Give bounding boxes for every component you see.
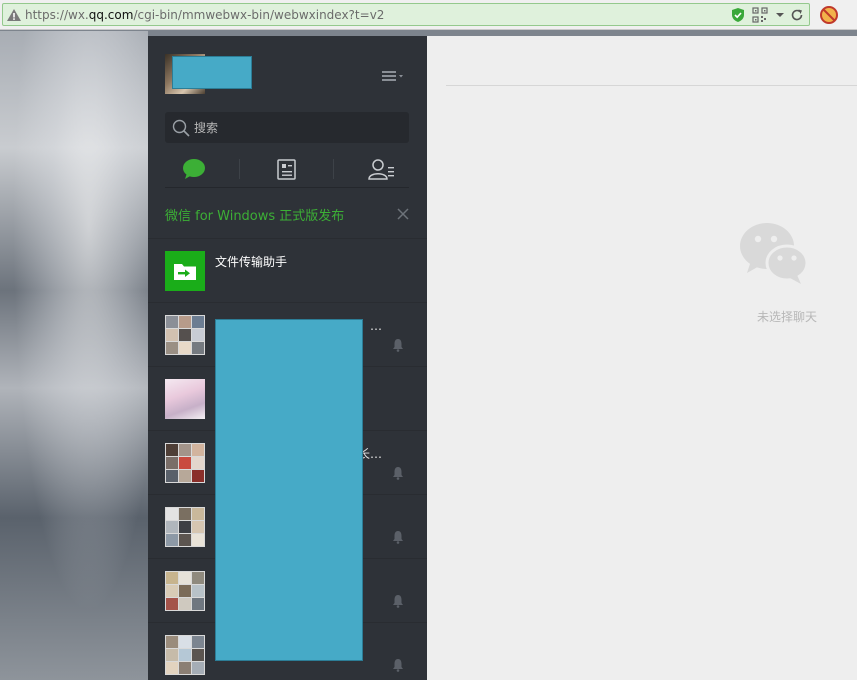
group-avatar (165, 315, 205, 355)
user-avatar (165, 379, 205, 419)
background-image (0, 31, 148, 680)
group-avatar (165, 507, 205, 547)
group-avatar (165, 443, 205, 483)
dropdown-arrow-icon[interactable] (772, 7, 788, 23)
tab-separator (239, 159, 240, 179)
search-box[interactable] (165, 112, 409, 143)
mute-icon (393, 659, 403, 672)
header-divider (446, 85, 857, 86)
wechat-logo-icon (740, 223, 809, 284)
tab-separator (333, 159, 334, 179)
warning-icon (7, 9, 21, 21)
refresh-icon[interactable] (789, 7, 805, 23)
tab-chat-icon[interactable] (165, 154, 225, 184)
webpage: 微信 for Windows 正式版发布 文件传输助手 (0, 31, 857, 680)
tab-articles-icon[interactable] (257, 154, 317, 184)
profile-name-redaction (172, 56, 252, 89)
address-bar[interactable]: https://wx.qq.com/cgi-bin/mmwebwx-bin/we… (2, 3, 810, 26)
notice-text[interactable]: 微信 for Windows 正式版发布 (165, 205, 344, 224)
close-icon[interactable] (397, 208, 409, 220)
sidebar: 微信 for Windows 正式版发布 文件传输助手 (148, 36, 427, 680)
url-text[interactable]: https://wx.qq.com/cgi-bin/mmwebwx-bin/we… (25, 7, 384, 23)
tab-contacts-icon[interactable] (351, 154, 411, 184)
mute-icon (393, 467, 403, 480)
chat-names-redaction (215, 319, 363, 661)
group-avatar (165, 635, 205, 675)
menu-icon[interactable] (380, 66, 408, 86)
file-transfer-icon (165, 251, 205, 291)
empty-state-text: 未选择聊天 (756, 310, 817, 324)
update-notice[interactable]: 微信 for Windows 正式版发布 (148, 188, 427, 239)
mute-icon (393, 595, 403, 608)
chat-name: 文件传输助手 (215, 255, 288, 269)
mute-icon (393, 531, 403, 544)
search-icon (172, 119, 190, 137)
nav-tabs (165, 150, 409, 188)
search-input[interactable] (194, 112, 404, 143)
group-avatar (165, 571, 205, 611)
chat-panel: 未选择聊天 (427, 36, 857, 680)
mute-icon (393, 339, 403, 352)
browser-toolbar: https://wx.qq.com/cgi-bin/mmwebwx-bin/we… (0, 0, 857, 30)
chat-item-file-transfer[interactable]: 文件传输助手 (148, 239, 427, 303)
qr-code-icon[interactable] (752, 7, 768, 23)
shield-icon[interactable] (730, 7, 746, 23)
adblock-icon[interactable] (819, 5, 839, 25)
